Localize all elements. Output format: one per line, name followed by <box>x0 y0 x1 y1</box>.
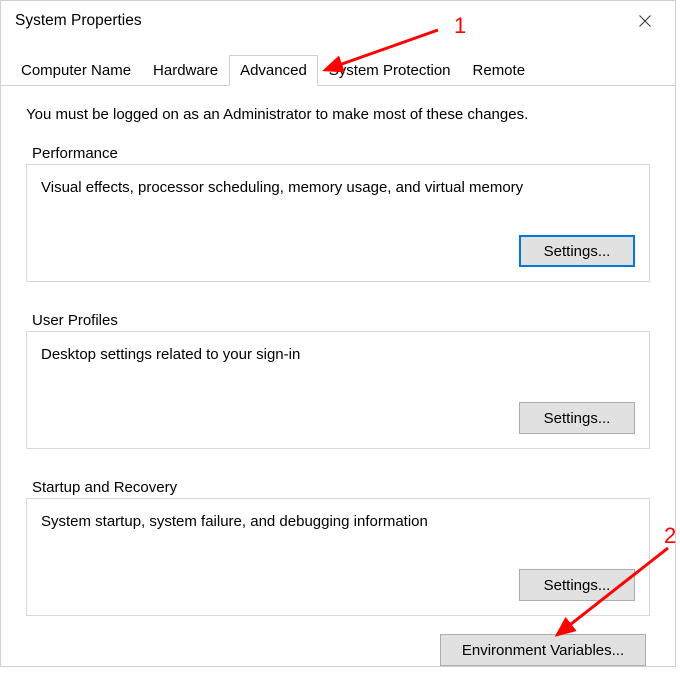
user-profiles-title: User Profiles <box>26 312 650 329</box>
performance-box: Visual effects, processor scheduling, me… <box>26 164 650 282</box>
titlebar: System Properties <box>1 1 675 41</box>
tab-hardware[interactable]: Hardware <box>142 55 229 85</box>
close-button[interactable] <box>629 5 661 37</box>
environment-variables-button[interactable]: Environment Variables... <box>440 634 646 666</box>
startup-recovery-section: Startup and Recovery System startup, sys… <box>26 479 650 616</box>
tab-bar: Computer Name Hardware Advanced System P… <box>1 55 675 86</box>
tab-advanced[interactable]: Advanced <box>229 55 318 86</box>
user-profiles-section: User Profiles Desktop settings related t… <box>26 312 650 449</box>
admin-note: You must be logged on as an Administrato… <box>26 106 650 123</box>
startup-recovery-settings-button[interactable]: Settings... <box>519 569 635 601</box>
performance-title: Performance <box>26 145 650 162</box>
performance-section: Performance Visual effects, processor sc… <box>26 145 650 282</box>
user-profiles-settings-button[interactable]: Settings... <box>519 402 635 434</box>
startup-recovery-desc: System startup, system failure, and debu… <box>41 513 635 530</box>
tab-computer-name[interactable]: Computer Name <box>10 55 142 85</box>
startup-recovery-box: System startup, system failure, and debu… <box>26 498 650 616</box>
system-properties-window: System Properties Computer Name Hardware… <box>0 0 676 667</box>
tab-content-advanced: You must be logged on as an Administrato… <box>1 86 675 676</box>
tab-remote[interactable]: Remote <box>462 55 537 85</box>
performance-desc: Visual effects, processor scheduling, me… <box>41 179 635 196</box>
tab-system-protection[interactable]: System Protection <box>318 55 462 85</box>
close-icon <box>639 15 651 27</box>
user-profiles-box: Desktop settings related to your sign-in… <box>26 331 650 449</box>
startup-recovery-title: Startup and Recovery <box>26 479 650 496</box>
window-title: System Properties <box>15 12 142 30</box>
user-profiles-desc: Desktop settings related to your sign-in <box>41 346 635 363</box>
env-button-row: Environment Variables... <box>26 634 650 666</box>
performance-settings-button[interactable]: Settings... <box>519 235 635 267</box>
